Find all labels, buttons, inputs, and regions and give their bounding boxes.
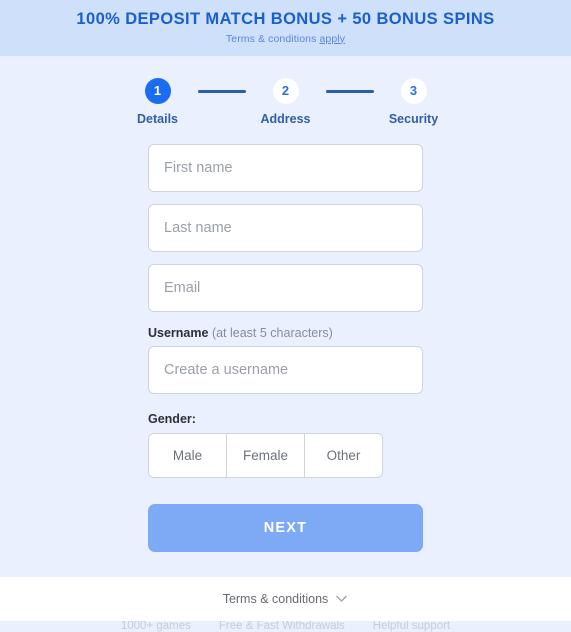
footer-bar: Terms & conditions	[0, 577, 571, 621]
step-details-label: Details	[137, 111, 178, 126]
registration-page: 100% DEPOSIT MATCH BONUS + 50 BONUS SPIN…	[0, 0, 571, 632]
email-input[interactable]	[148, 263, 423, 312]
promo-banner: 100% DEPOSIT MATCH BONUS + 50 BONUS SPIN…	[0, 0, 571, 56]
last-name-input[interactable]	[148, 203, 423, 252]
username-hint: (at least 5 characters)	[211, 325, 333, 340]
step-security[interactable]: 3 Security	[374, 77, 454, 126]
badge-support-label: Helpful support	[372, 619, 451, 632]
gender-label: Gender:	[148, 411, 196, 426]
gender-option-other[interactable]: Other	[305, 433, 382, 477]
gender-option-female[interactable]: Female	[227, 433, 305, 477]
step-details-circle: 1	[144, 77, 171, 104]
terms-apply-link[interactable]: apply	[319, 33, 345, 45]
username-input[interactable]	[148, 345, 423, 394]
footer-terms-link[interactable]: Terms & conditions	[223, 592, 329, 606]
gender-selector: Male Female Other	[148, 432, 383, 478]
step-address-circle: 2	[272, 77, 299, 104]
step-security-label: Security	[388, 111, 439, 126]
progress-stepper: 1 Details 2 Address 3 Security	[0, 77, 571, 126]
chevron-down-icon[interactable]	[335, 590, 348, 608]
step-connector-1	[197, 89, 246, 93]
promo-banner-title: 100% DEPOSIT MATCH BONUS + 50 BONUS SPIN…	[76, 10, 495, 28]
step-address[interactable]: 2 Address	[246, 77, 326, 126]
step-connector-2	[325, 89, 374, 93]
gender-option-male[interactable]: Male	[149, 433, 227, 477]
step-security-circle: 3	[400, 77, 427, 104]
step-details[interactable]: 1 Details	[118, 77, 198, 126]
badge-games-label: 1000+ games	[120, 619, 191, 632]
username-label-text: Username	[148, 325, 209, 340]
registration-form: Username (at least 5 characters) Gender:…	[148, 126, 423, 552]
badge-withdrawals-label: Free & Fast Withdrawals	[218, 619, 345, 632]
terms-conditions-text: Terms & conditions	[225, 32, 320, 45]
step-address-label: Address	[260, 111, 311, 126]
promo-banner-subtitle: Terms & conditions apply	[0, 33, 571, 45]
username-label: Username (at least 5 characters)	[148, 326, 423, 340]
next-button[interactable]: NEXT	[148, 503, 423, 552]
first-name-input[interactable]	[148, 143, 423, 192]
